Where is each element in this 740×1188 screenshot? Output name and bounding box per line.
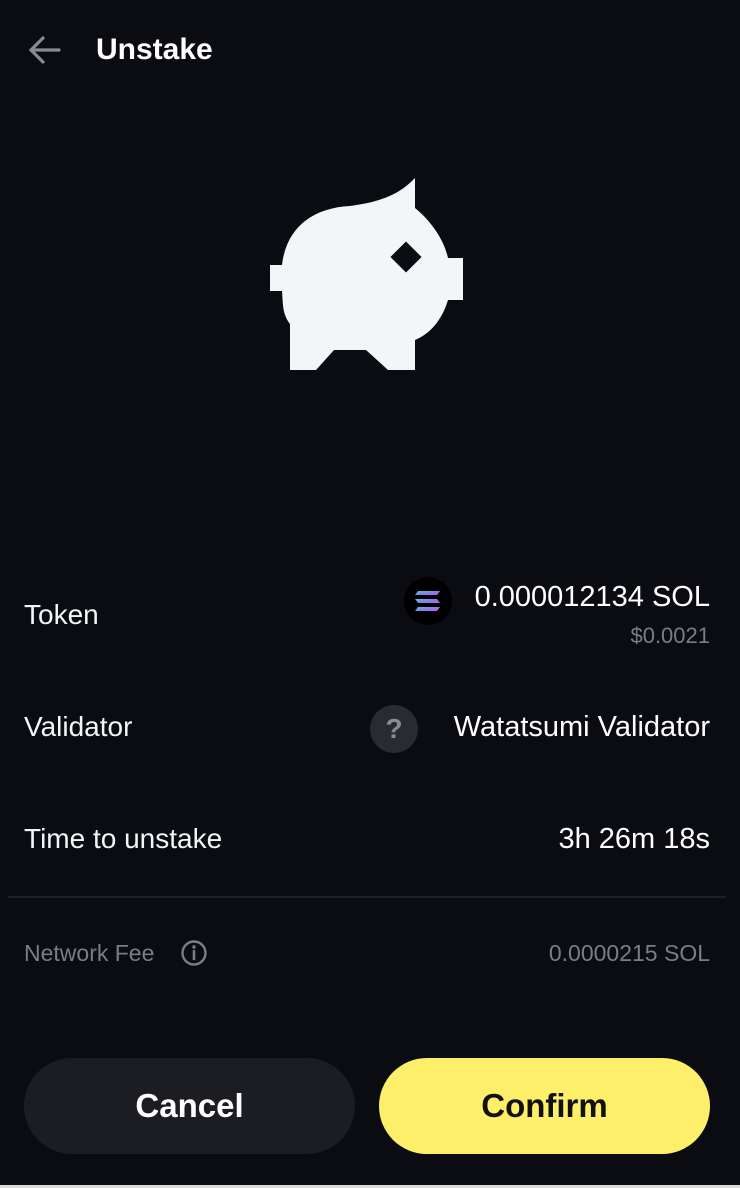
token-row: Token 0.000012134 SOL $0.0021	[24, 577, 710, 657]
validator-row: Validator ? Watatsumi Validator	[24, 702, 710, 756]
solana-logo-icon	[415, 591, 440, 611]
unstake-time-value: 3h 26m 18s	[558, 823, 710, 855]
validator-label: Validator	[24, 711, 133, 742]
validator-name: Watatsumi Validator	[453, 711, 710, 743]
token-logo	[404, 577, 452, 625]
network-fee-info-button[interactable]	[180, 939, 208, 967]
token-amount: 0.000012134 SOL	[474, 581, 710, 613]
page-title: Unstake	[96, 33, 213, 66]
confirm-button[interactable]: Confirm	[379, 1058, 710, 1154]
arrow-left-icon	[29, 36, 61, 64]
divider	[8, 896, 726, 898]
network-fee-row: Network Fee 0.0000215 SOL	[24, 938, 710, 970]
info-icon	[181, 940, 207, 966]
unknown-validator-icon: ?	[370, 705, 418, 753]
back-button[interactable]	[24, 30, 64, 70]
unstake-time-label: Time to unstake	[24, 823, 223, 854]
header: Unstake	[0, 0, 740, 100]
unstake-time-row: Time to unstake 3h 26m 18s	[24, 820, 710, 860]
token-label: Token	[24, 599, 99, 630]
piggy-bank-icon	[270, 178, 463, 370]
token-usd-value: $0.0021	[630, 623, 710, 648]
piggy-bank-illustration	[270, 178, 464, 370]
network-fee-label: Network Fee	[24, 940, 155, 966]
network-fee-value: 0.0000215 SOL	[548, 940, 710, 966]
cancel-button[interactable]: Cancel	[24, 1058, 355, 1154]
